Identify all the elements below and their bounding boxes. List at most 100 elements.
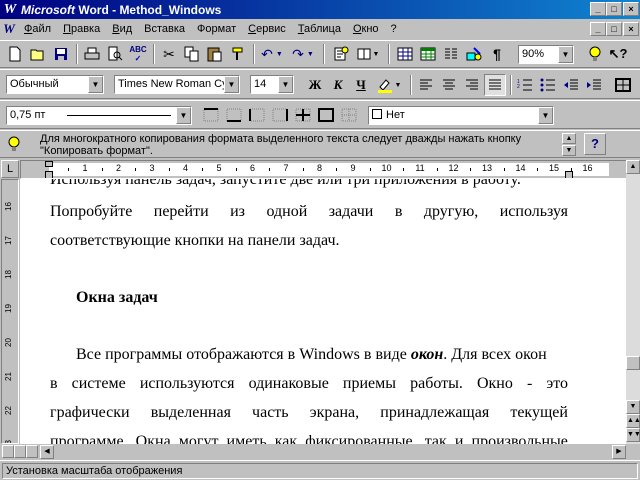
horizontal-ruler[interactable]: 1 2 3 4 5 6 7 8 9 10 11 12 13 14 15 16 [20, 160, 628, 179]
doc-restore-button[interactable]: □ [606, 22, 622, 36]
bold-button[interactable]: Ж [304, 74, 326, 96]
insert-table-button[interactable] [394, 43, 416, 65]
left-indent-marker[interactable] [45, 171, 53, 178]
no-border-button[interactable] [338, 104, 360, 126]
cut-button[interactable]: ✂ [158, 43, 180, 65]
top-border-icon [203, 108, 219, 122]
vertical-ruler[interactable]: 1617181920212223 [1, 179, 19, 444]
tip-up-button[interactable]: ▲ [562, 133, 576, 144]
right-border-button[interactable] [269, 104, 291, 126]
chevron-down-icon[interactable]: ▼ [538, 107, 553, 124]
scroll-thumb[interactable] [626, 356, 640, 370]
highlight-button[interactable]: ▼ [373, 74, 405, 96]
shading-select[interactable]: Нет ▼ [368, 106, 554, 125]
underline-button[interactable]: Ч [350, 74, 372, 96]
chevron-down-icon[interactable]: ▼ [558, 46, 573, 63]
maximize-button[interactable]: □ [606, 2, 622, 16]
font-size-select[interactable]: 14 ▼ [250, 75, 294, 94]
line-style-select[interactable]: 0,75 пт ▼ [6, 106, 192, 125]
increase-indent-button[interactable] [583, 74, 605, 96]
scroll-up-button[interactable]: ▲ [626, 160, 640, 174]
next-page-button[interactable]: ▼▼ [626, 428, 640, 442]
copy-button[interactable] [181, 43, 203, 65]
print-preview-button[interactable] [104, 43, 126, 65]
ruler-tick-label: 3 [149, 163, 155, 173]
show-formatting-button[interactable]: ¶ [486, 43, 508, 65]
scroll-down-button[interactable]: ▼ [626, 400, 640, 414]
align-center-button[interactable] [438, 74, 460, 96]
tip-wizard-button[interactable] [584, 43, 606, 65]
top-border-button[interactable] [200, 104, 222, 126]
tip-help-button[interactable]: ? [584, 133, 606, 155]
chevron-down-icon[interactable]: ▼ [278, 76, 293, 93]
ruler-tick [269, 168, 271, 171]
insert-autotext-button[interactable]: ▼ [354, 43, 382, 65]
outside-border-button[interactable] [315, 104, 337, 126]
align-left-button[interactable] [415, 74, 437, 96]
align-right-button[interactable] [461, 74, 483, 96]
document-icon[interactable]: W [0, 21, 18, 37]
chevron-down-icon[interactable]: ▼ [176, 107, 191, 124]
paste-button[interactable] [204, 43, 226, 65]
doc-word: задачи [328, 203, 374, 220]
menu-view[interactable]: Вид [106, 20, 138, 38]
columns-button[interactable] [440, 43, 462, 65]
close-button[interactable]: × [623, 2, 639, 16]
horizontal-scrollbar[interactable]: ◀ ▶ [0, 444, 640, 460]
right-indent-marker[interactable] [565, 171, 573, 178]
menu-file[interactable]: Файл [18, 20, 57, 38]
first-line-indent-marker[interactable] [45, 161, 53, 167]
decrease-indent-button[interactable] [560, 74, 582, 96]
save-button[interactable] [50, 43, 72, 65]
new-document-button[interactable] [4, 43, 26, 65]
inside-border-button[interactable] [292, 104, 314, 126]
menu-window[interactable]: Окно [347, 20, 385, 38]
style-select[interactable]: Обычный ▼ [6, 75, 104, 94]
justify-button[interactable] [484, 74, 506, 96]
menu-edit[interactable]: Правка [57, 20, 106, 38]
scroll-left-button[interactable]: ◀ [40, 445, 54, 459]
chevron-down-icon[interactable]: ▼ [88, 76, 103, 93]
font-select[interactable]: Times New Roman Cy ▼ [114, 75, 240, 94]
open-button[interactable] [27, 43, 49, 65]
ruler-tick [336, 168, 338, 171]
minimize-button[interactable]: _ [590, 2, 606, 16]
page-layout-view-icon[interactable] [14, 445, 26, 458]
left-border-button[interactable] [246, 104, 268, 126]
print-button[interactable] [81, 43, 103, 65]
bullets-button[interactable] [537, 74, 559, 96]
menu-table[interactable]: Таблица [292, 20, 347, 38]
doc-minimize-button[interactable]: _ [590, 22, 606, 36]
zoom-select[interactable]: 90% ▼ [518, 45, 574, 64]
menu-insert[interactable]: Вставка [138, 20, 191, 38]
vertical-scrollbar[interactable]: ▲ ▼ ▲▲ ▼▼ [626, 160, 640, 444]
drawing-button[interactable] [463, 43, 485, 65]
italic-button[interactable]: К [327, 74, 349, 96]
numbering-button[interactable]: 12 [514, 74, 536, 96]
menu-tools[interactable]: Сервис [242, 20, 292, 38]
previous-page-button[interactable]: ▲▲ [626, 414, 640, 428]
chevron-down-icon[interactable]: ▼ [224, 76, 239, 93]
menu-help[interactable]: ? [385, 20, 403, 38]
menu-format[interactable]: Формат [191, 20, 242, 38]
borders-button[interactable] [612, 74, 634, 96]
ruler-tick-label: 22 [3, 406, 13, 415]
outline-view-icon[interactable] [26, 445, 38, 458]
bottom-border-button[interactable] [223, 104, 245, 126]
redo-button[interactable]: ↷ ▼ [289, 43, 317, 65]
tip-down-button[interactable]: ▼ [562, 145, 576, 156]
undo-button[interactable]: ↶ ▼ [258, 43, 286, 65]
insert-address-button[interactable] [330, 43, 352, 65]
spelling-button[interactable]: ABC ✓ [127, 43, 149, 65]
tab-selector-button[interactable]: L [1, 160, 19, 178]
format-painter-button[interactable] [227, 43, 249, 65]
insert-spreadsheet-button[interactable] [417, 43, 439, 65]
normal-view-icon[interactable] [2, 445, 14, 458]
document-page[interactable]: Используя панель задач, запустите две ил… [20, 179, 626, 444]
scroll-right-button[interactable]: ▶ [612, 445, 626, 459]
help-button[interactable]: ↖? [607, 43, 629, 65]
spreadsheet-icon [420, 47, 436, 61]
doc-word: - [526, 375, 533, 392]
doc-close-button[interactable]: × [623, 22, 639, 36]
ruler-tick [537, 168, 539, 171]
